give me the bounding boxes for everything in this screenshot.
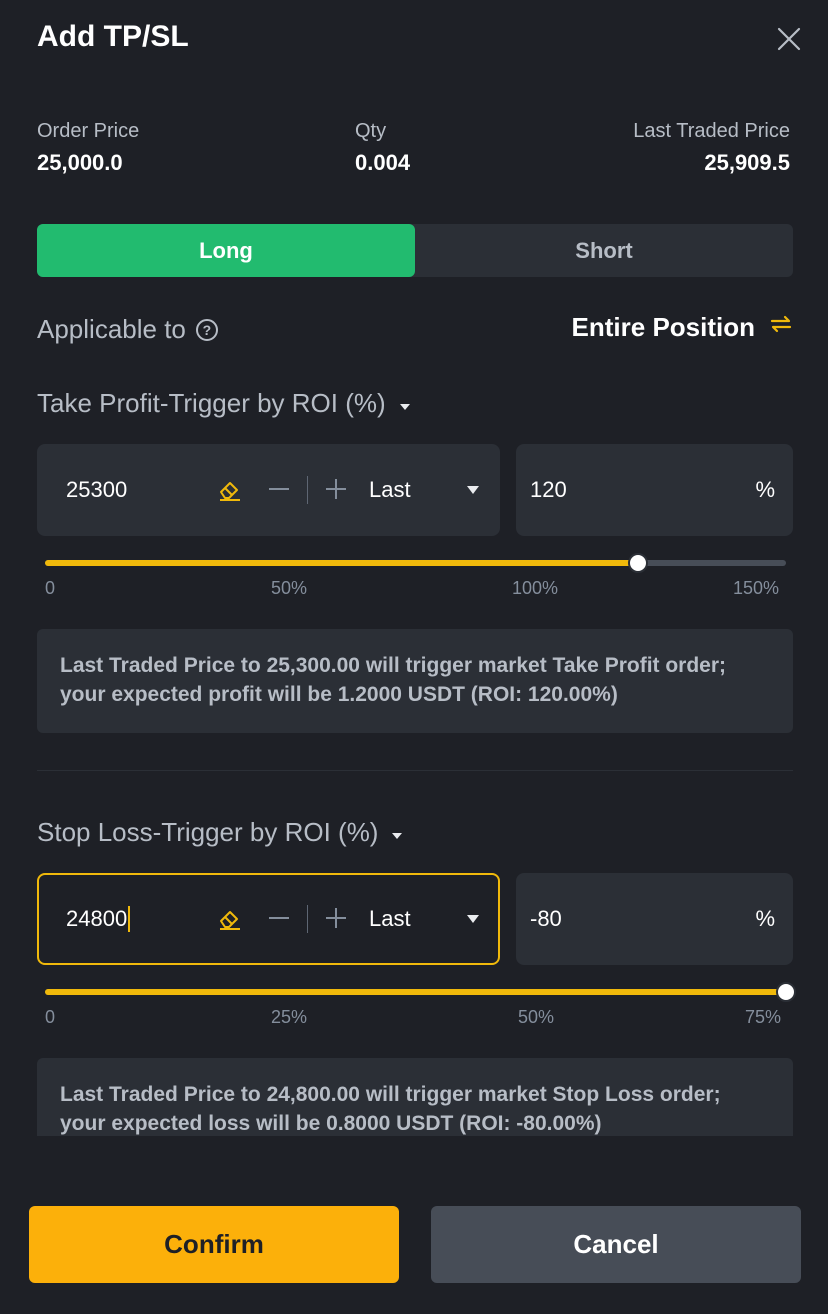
- last-traded-price-label: Last Traded Price: [633, 120, 790, 142]
- stop-loss-price-input[interactable]: 24800: [66, 873, 131, 965]
- help-icon[interactable]: ?: [195, 318, 218, 341]
- slider-fill: [45, 560, 638, 566]
- increment-button[interactable]: [324, 905, 348, 931]
- order-price-label: Order Price: [37, 120, 140, 142]
- take-profit-roi-input[interactable]: 120: [530, 444, 567, 536]
- applicable-to-row: Applicable to ?: [37, 314, 218, 345]
- eraser-icon[interactable]: [217, 478, 243, 502]
- stop-loss-price-field[interactable]: 24800 Last: [37, 873, 500, 965]
- chevron-down-icon: [399, 403, 410, 410]
- stop-loss-trigger-selector[interactable]: Stop Loss-Trigger by ROI (%): [37, 817, 403, 848]
- slider-tick: 100%: [512, 578, 559, 598]
- take-profit-trigger-selector[interactable]: Take Profit-Trigger by ROI (%): [37, 388, 410, 419]
- slider-tick: 25%: [271, 1007, 308, 1027]
- divider: [307, 905, 308, 933]
- cancel-button[interactable]: Cancel: [431, 1206, 801, 1283]
- short-tab[interactable]: Short: [415, 224, 793, 277]
- stop-loss-slider[interactable]: [45, 982, 796, 1002]
- take-profit-price-input[interactable]: 25300: [66, 444, 127, 536]
- decrement-button[interactable]: [267, 905, 291, 931]
- last-traded-price-value: 25,909.5: [704, 150, 790, 175]
- text-cursor: [128, 906, 131, 932]
- take-profit-slider[interactable]: [45, 553, 786, 573]
- divider: [307, 476, 308, 504]
- slider-handle[interactable]: [776, 982, 796, 1002]
- applicable-to-label: Applicable to: [37, 314, 186, 344]
- take-profit-title: Take Profit-Trigger by ROI (%): [37, 388, 386, 418]
- caret-down-icon: [467, 486, 479, 494]
- trigger-type-label: Last: [369, 906, 411, 931]
- stop-loss-price-value: 24800: [66, 906, 128, 931]
- take-profit-trigger-type-select[interactable]: Last: [369, 444, 479, 536]
- decrement-button[interactable]: [267, 476, 291, 502]
- roi-unit: %: [755, 906, 775, 931]
- caret-down-icon: [467, 915, 479, 923]
- long-tab[interactable]: Long: [37, 224, 415, 277]
- position-scope-value: Entire Position: [571, 312, 755, 342]
- take-profit-roi-field[interactable]: 120 %: [516, 444, 793, 536]
- slider-fill: [45, 989, 786, 995]
- qty-value: 0.004: [355, 150, 411, 175]
- stop-loss-trigger-type-select[interactable]: Last: [369, 873, 479, 965]
- swap-icon[interactable]: [769, 312, 793, 343]
- slider-tick: 150%: [733, 578, 780, 598]
- position-scope-selector[interactable]: Entire Position: [560, 312, 793, 343]
- confirm-button[interactable]: Confirm: [29, 1206, 399, 1283]
- stop-loss-title: Stop Loss-Trigger by ROI (%): [37, 817, 379, 847]
- slider-handle[interactable]: [627, 553, 648, 573]
- take-profit-price-field[interactable]: 25300 Last: [37, 444, 500, 536]
- slider-tick: 50%: [271, 578, 308, 598]
- take-profit-note: Last Traded Price to 25,300.00 will trig…: [37, 629, 793, 733]
- close-icon[interactable]: [772, 22, 806, 56]
- slider-tick: 0: [45, 578, 56, 598]
- slider-tick: 50%: [518, 1007, 555, 1027]
- trigger-type-label: Last: [369, 477, 411, 502]
- dialog-title: Add TP/SL: [37, 20, 189, 53]
- qty-label: Qty: [355, 120, 387, 142]
- stop-loss-roi-field[interactable]: -80 %: [516, 873, 793, 965]
- eraser-icon[interactable]: [217, 907, 243, 931]
- slider-tick: 0: [45, 1007, 56, 1027]
- roi-unit: %: [755, 477, 775, 502]
- section-divider: [37, 770, 793, 771]
- slider-tick: 75%: [745, 1007, 782, 1027]
- order-price-value: 25,000.0: [37, 150, 123, 175]
- increment-button[interactable]: [324, 476, 348, 502]
- chevron-down-icon: [392, 832, 403, 839]
- stop-loss-roi-input[interactable]: -80: [530, 873, 562, 965]
